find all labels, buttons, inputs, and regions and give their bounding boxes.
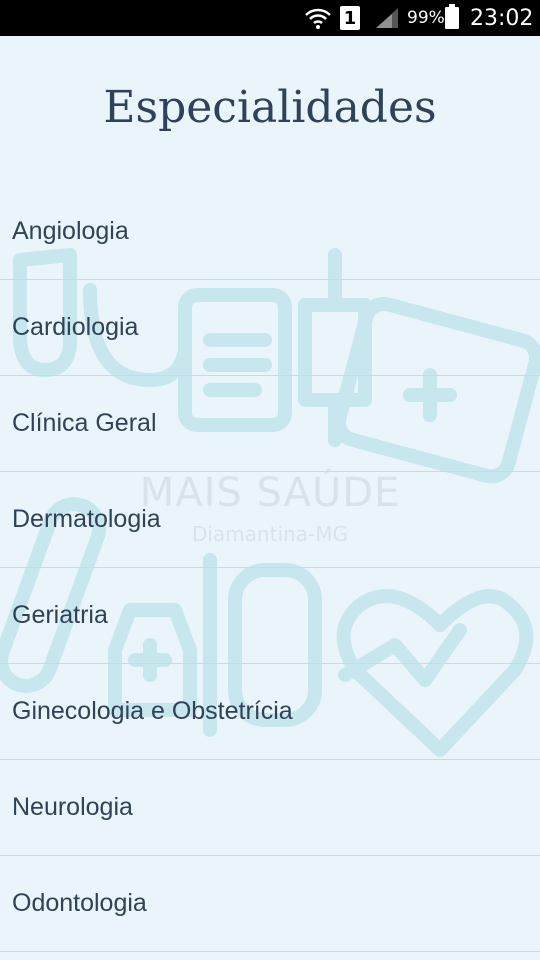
sim-icon: 1: [340, 0, 360, 36]
specialties-list: Angiologia Cardiologia Clínica Geral Der…: [0, 184, 540, 952]
list-item[interactable]: Neurologia: [0, 760, 540, 856]
list-item[interactable]: Ginecologia e Obstetrícia: [0, 664, 540, 760]
sim-label: 1: [340, 6, 360, 30]
list-item[interactable]: Angiologia: [0, 184, 540, 280]
list-item[interactable]: Clínica Geral: [0, 376, 540, 472]
wifi-icon: [304, 0, 332, 36]
page-title: Especialidades: [103, 82, 437, 133]
list-item[interactable]: Dermatologia: [0, 472, 540, 568]
list-item[interactable]: Geriatria: [0, 568, 540, 664]
list-item[interactable]: Odontologia: [0, 856, 540, 952]
status-bar: 1 99% 23:02: [0, 0, 540, 36]
list-item[interactable]: Cardiologia: [0, 280, 540, 376]
clock: 23:02: [470, 5, 534, 31]
battery-percent: 99%: [407, 8, 445, 28]
battery-icon: [445, 0, 459, 36]
signal-icon: [374, 0, 400, 36]
